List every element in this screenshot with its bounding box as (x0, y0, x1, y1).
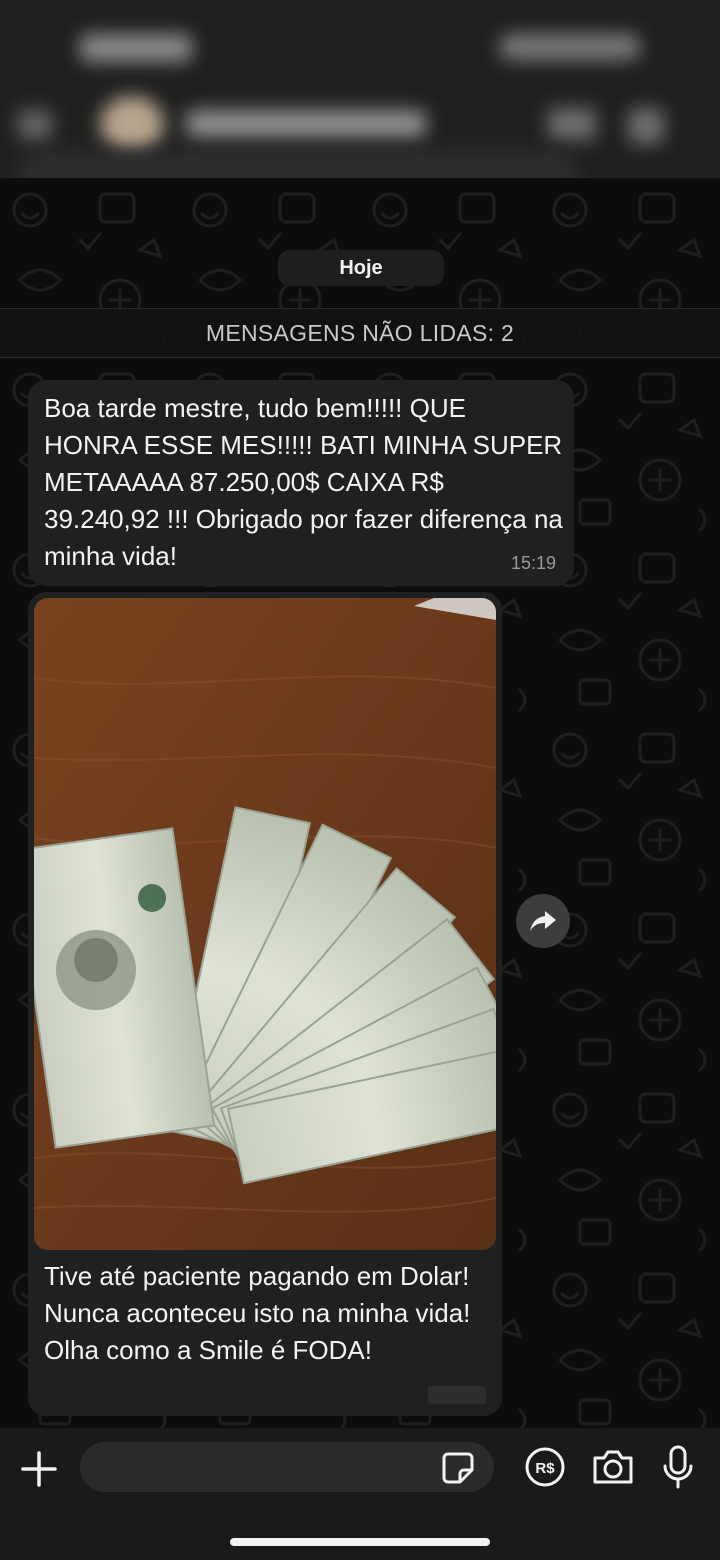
forward-arrow-icon (530, 911, 556, 931)
previous-message (18, 150, 578, 178)
microphone-icon[interactable] (660, 1444, 696, 1490)
unread-messages-banner: MENSAGENS NÃO LIDAS: 2 (0, 308, 720, 358)
forward-button[interactable] (516, 894, 570, 948)
brl-payment-icon[interactable]: R$ (524, 1446, 566, 1488)
voice-call-icon[interactable] (628, 108, 664, 144)
camera-icon[interactable] (590, 1446, 636, 1488)
message-time-redacted (428, 1386, 486, 1404)
incoming-message[interactable]: Boa tarde mestre, tudo bem!!!!! QUE HONR… (28, 380, 574, 586)
message-input[interactable] (80, 1442, 494, 1492)
sticker-icon[interactable] (440, 1450, 476, 1486)
status-bar-icons (500, 34, 640, 60)
video-call-icon[interactable] (548, 108, 596, 140)
chat-header (0, 0, 720, 178)
incoming-photo-message[interactable]: Tive até paciente pagando em Dolar! Nunc… (28, 592, 502, 1416)
contact-avatar[interactable] (100, 96, 164, 152)
message-time: 15:19 (510, 553, 556, 573)
home-indicator (230, 1538, 490, 1546)
message-text: Boa tarde mestre, tudo bem!!!!! QUE HONR… (44, 393, 563, 571)
cash-on-table-image (34, 598, 496, 1250)
date-separator: Hoje (278, 250, 444, 286)
plus-icon[interactable] (18, 1448, 60, 1490)
chat-screen: Hoje MENSAGENS NÃO LIDAS: 2 Boa tarde me… (0, 0, 720, 1560)
back-icon[interactable] (18, 110, 52, 140)
status-bar-time (80, 34, 192, 62)
message-photo[interactable] (34, 598, 496, 1250)
contact-name[interactable] (186, 110, 426, 138)
photo-caption: Tive até paciente pagando em Dolar! Nunc… (44, 1261, 471, 1365)
svg-text:R$: R$ (535, 1460, 555, 1477)
message-composer: R$ (0, 1428, 720, 1560)
